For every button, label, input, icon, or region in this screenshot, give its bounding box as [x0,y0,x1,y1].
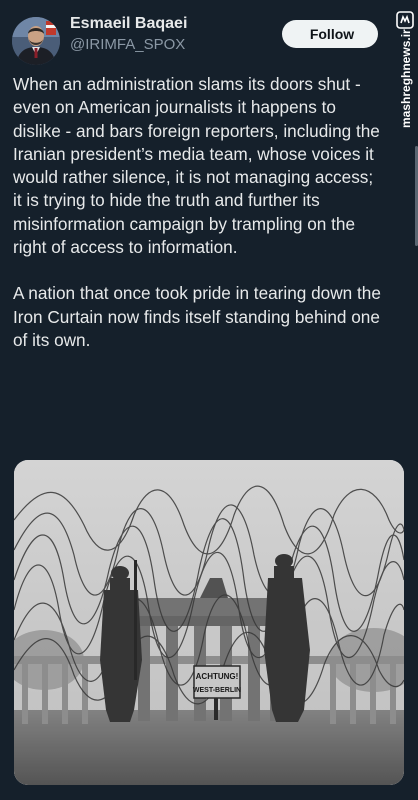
follow-button[interactable]: Follow [282,20,378,48]
brandenburg-gate-barbed-wire-photo: ACHTUNG! WEST-BERLIN [14,460,404,785]
mashregh-logo-icon [396,11,414,29]
tweet-paragraph: A nation that once took pride in tearing… [13,283,381,350]
watermark-text: mashreghnews.ir [399,29,413,128]
tweet-paragraph: When an administration slams its doors s… [13,74,380,258]
tweet-text: When an administration slams its doors s… [13,73,381,352]
watermark: mashreghnews.ir [394,10,416,130]
person-portrait-icon [12,17,60,65]
tweet-photo[interactable]: ACHTUNG! WEST-BERLIN [14,460,404,785]
author-display-name[interactable]: Esmaeil Baqaei [70,15,187,33]
author-handle[interactable]: @IRIMFA_SPOX [70,36,185,53]
author-avatar[interactable] [12,17,60,65]
